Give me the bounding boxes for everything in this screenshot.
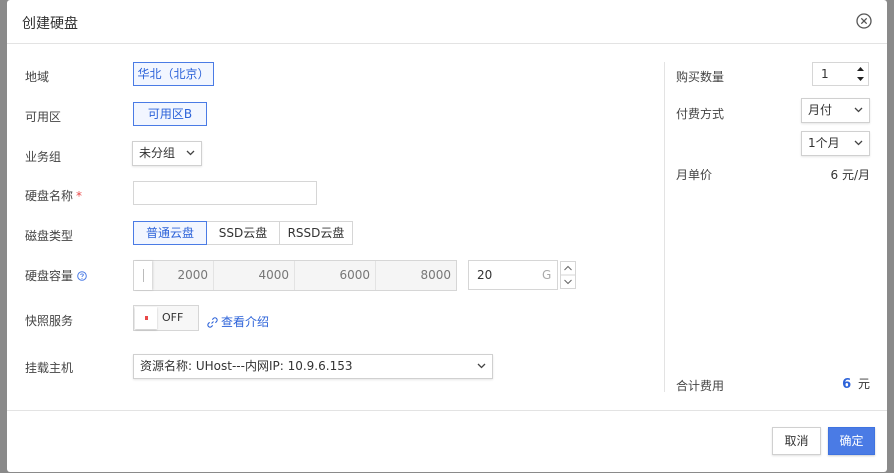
slider-tick: 6000	[295, 261, 376, 290]
group-select-value: 未分组	[139, 146, 176, 160]
disk-name-label: 硬盘名称 *	[25, 187, 82, 204]
close-circle-icon[interactable]	[856, 13, 872, 29]
host-select[interactable]: 资源名称: UHost---内网IP: 10.9.6.153	[133, 354, 493, 379]
total-amount: 6	[842, 377, 852, 392]
region-option[interactable]: 华北（北京）	[133, 62, 214, 86]
disk-name-input[interactable]	[133, 181, 317, 205]
summary-divider	[664, 62, 665, 392]
slider-handle-grip	[143, 269, 144, 282]
cancel-button[interactable]: 取消	[772, 427, 821, 455]
link-icon	[207, 317, 218, 328]
disk-type-ssd[interactable]: SSD云盘	[206, 221, 280, 245]
billing-mode-select[interactable]: 月付	[801, 98, 870, 123]
create-disk-dialog: 创建硬盘 地域 华北（北京） 可用区 可用区B 业务组 未分组 硬盘名称 * 磁盘…	[7, 0, 887, 472]
billing-mode-value: 月付	[808, 103, 833, 117]
capacity-value: 20	[477, 268, 493, 282]
disk-type-rssd[interactable]: RSSD云盘	[279, 221, 353, 245]
disk-type-label: 磁盘类型	[25, 229, 74, 243]
capacity-label: 硬盘容量	[25, 267, 87, 284]
region-label: 地域	[25, 70, 50, 84]
snapshot-intro-link[interactable]: 查看介绍	[207, 313, 269, 330]
capacity-label-text: 硬盘容量	[25, 269, 74, 283]
disk-type-standard[interactable]: 普通云盘	[133, 221, 207, 245]
snapshot-toggle[interactable]: OFF	[133, 305, 199, 331]
quantity-label: 购买数量	[676, 70, 725, 84]
snapshot-label: 快照服务	[25, 314, 74, 328]
toggle-indicator	[145, 316, 148, 320]
dialog-footer: 取消 确定	[7, 410, 887, 473]
capacity-slider[interactable]: 2000 4000 6000 8000	[133, 260, 457, 291]
capacity-input[interactable]: 20 G	[468, 260, 558, 290]
host-label: 挂载主机	[25, 361, 74, 375]
unit-price-label: 月单价	[676, 168, 713, 182]
dialog-header: 创建硬盘	[7, 0, 887, 44]
dialog-title: 创建硬盘	[22, 16, 78, 32]
quantity-value: 1	[821, 67, 829, 81]
billing-period-select[interactable]: 1个月	[801, 131, 870, 156]
disk-name-label-text: 硬盘名称	[25, 189, 74, 203]
billing-label: 付费方式	[676, 107, 725, 121]
question-circle-icon[interactable]	[77, 271, 87, 281]
required-mark: *	[76, 189, 83, 203]
chevron-down-icon	[854, 107, 863, 113]
zone-label: 可用区	[25, 110, 62, 124]
group-select[interactable]: 未分组	[132, 141, 202, 166]
capacity-stepper[interactable]	[560, 261, 576, 289]
quantity-stepper[interactable]	[853, 63, 868, 85]
capacity-unit: G	[542, 268, 552, 282]
toggle-state: OFF	[162, 311, 184, 324]
total-value: 6 元	[842, 375, 870, 392]
confirm-button[interactable]: 确定	[828, 427, 875, 455]
total-label: 合计费用	[676, 379, 725, 393]
host-select-value: 资源名称: UHost---内网IP: 10.9.6.153	[140, 359, 353, 373]
slider-handle[interactable]	[134, 261, 152, 290]
total-unit: 元	[857, 377, 870, 391]
snapshot-link-text: 查看介绍	[221, 315, 270, 329]
chevron-down-icon	[854, 140, 863, 146]
unit-price-value: 6 元/月	[830, 168, 871, 182]
chevron-down-icon	[477, 363, 486, 369]
group-label: 业务组	[25, 150, 62, 164]
billing-period-value: 1个月	[808, 136, 840, 150]
toggle-knob	[135, 307, 157, 329]
zone-option[interactable]: 可用区B	[133, 102, 207, 126]
slider-tick: 8000	[420, 268, 451, 282]
chevron-down-icon	[186, 150, 195, 156]
slider-tick: 4000	[214, 261, 295, 290]
